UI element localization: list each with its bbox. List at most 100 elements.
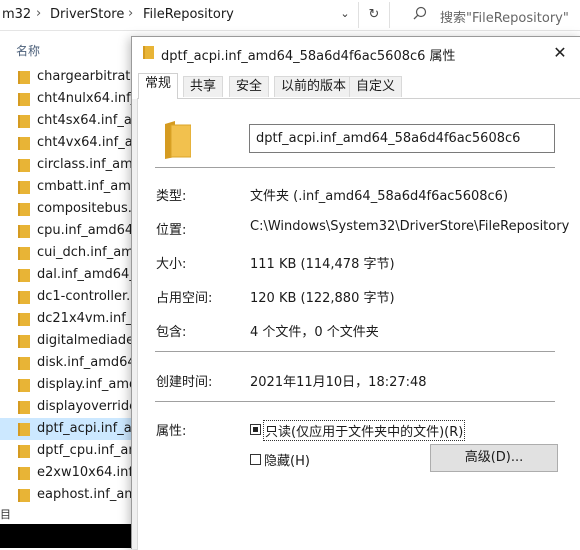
file-name: cpu.inf_amd64_ [37, 223, 140, 238]
file-name: dal.inf_amd64_b [37, 267, 140, 282]
file-name: e2xw10x64.inf_ [37, 465, 140, 480]
list-item[interactable]: dal.inf_amd64_b [0, 264, 140, 286]
size-label: 大小: [156, 257, 187, 272]
tab-strip: 常规 共享 安全 以前的版本 自定义 [132, 69, 580, 99]
list-item[interactable]: displayoverride [0, 396, 140, 418]
hidden-checkbox[interactable] [250, 454, 261, 465]
list-item[interactable]: dc1-controller.i [0, 286, 140, 308]
created-label: 创建时间: [156, 375, 213, 390]
list-item[interactable]: dptf_acpi.inf_an [0, 418, 140, 440]
hidden-label[interactable]: 隐藏(H) [264, 450, 310, 469]
folder-icon [18, 247, 30, 260]
close-button[interactable]: ✕ [545, 39, 575, 67]
folder-icon [18, 181, 30, 194]
list-item[interactable]: display.inf_amd [0, 374, 140, 396]
list-item[interactable]: cui_dch.inf_amd [0, 242, 140, 264]
file-name: dc21x4vm.inf_a [37, 311, 140, 326]
folder-icon [18, 203, 30, 216]
type-label: 类型: [156, 189, 187, 204]
file-name: cmbatt.inf_amd [37, 179, 140, 194]
tab-security[interactable]: 安全 [229, 76, 270, 97]
breadcrumb-item[interactable]: FileRepository [143, 7, 234, 22]
list-item[interactable]: disk.inf_amd64_ [0, 352, 140, 374]
breadcrumb-separator-icon: › [128, 6, 134, 21]
list-item[interactable]: circlass.inf_amd [0, 154, 140, 176]
disk-size-value: 120 KB (122,880 字节) [250, 291, 395, 306]
file-name: dptf_acpi.inf_an [37, 421, 140, 436]
file-name: dc1-controller.i [37, 289, 134, 304]
type-value: 文件夹 (.inf_amd64_58a6d4f6ac5608c6) [250, 189, 509, 204]
breadcrumb-item[interactable]: m32 [2, 7, 31, 22]
folder-icon [18, 401, 30, 414]
contains-value: 4 个文件，0 个文件夹 [250, 325, 379, 340]
list-item[interactable]: cmbatt.inf_amd [0, 176, 140, 198]
refresh-button[interactable]: ↻ [358, 2, 390, 28]
folder-icon [18, 269, 30, 282]
divider [155, 351, 555, 352]
general-tab-panel: 类型: 文件夹 (.inf_amd64_58a6d4f6ac5608c6) 位置… [137, 98, 580, 550]
list-item[interactable]: compositebus.in [0, 198, 140, 220]
folder-icon [18, 379, 30, 392]
breadcrumb-separator-icon: › [36, 6, 42, 21]
file-name: cht4vx64.inf_am [37, 135, 140, 150]
list-item[interactable]: digitalmediadev [0, 330, 140, 352]
file-name: cht4sx64.inf_am [37, 113, 140, 128]
folder-icon [18, 159, 30, 172]
folder-icon [18, 71, 30, 84]
folder-icon [18, 357, 30, 370]
folder-icon [18, 225, 30, 238]
list-item[interactable]: cht4vx64.inf_am [0, 132, 140, 154]
folder-icon [18, 423, 30, 436]
file-name: circlass.inf_amd [37, 157, 140, 172]
readonly-checkbox[interactable] [250, 424, 261, 435]
readonly-label[interactable]: 只读(仅应用于文件夹中的文件)(R) [263, 420, 466, 441]
file-name: digitalmediadev [37, 333, 140, 348]
list-item[interactable]: cht4nulx64.inf_a [0, 88, 140, 110]
list-item[interactable]: e2xw10x64.inf_ [0, 462, 140, 484]
search-icon [413, 6, 427, 20]
folder-icon [18, 467, 30, 480]
list-item[interactable]: dptf_cpu.inf_am [0, 440, 140, 462]
file-name: display.inf_amd [37, 377, 138, 392]
advanced-button[interactable]: 高级(D)... [430, 444, 558, 472]
folder-icon [18, 489, 30, 502]
folder-name-field[interactable] [249, 124, 555, 153]
location-label: 位置: [156, 223, 187, 238]
attributes-label: 属性: [156, 424, 187, 439]
tab-previous-versions[interactable]: 以前的版本 [274, 76, 354, 97]
status-bar: 目 [0, 508, 11, 521]
file-name: eaphost.inf_amd [37, 487, 140, 502]
list-item[interactable]: dc21x4vm.inf_a [0, 308, 140, 330]
breadcrumb-item[interactable]: DriverStore [50, 7, 124, 22]
folder-icon [18, 313, 30, 326]
file-name: compositebus.in [37, 201, 140, 216]
folder-icon [18, 93, 30, 106]
location-value: C:\Windows\System32\DriverStore\FileRepo… [250, 219, 570, 234]
list-item[interactable]: chargearbitratio [0, 66, 140, 88]
folder-icon [18, 137, 30, 150]
tab-sharing[interactable]: 共享 [183, 76, 224, 97]
file-name: cht4nulx64.inf_a [37, 91, 140, 106]
search-input[interactable]: 搜索"FileRepository" [440, 7, 569, 26]
column-header-name[interactable]: 名称 [16, 42, 40, 59]
contains-label: 包含: [156, 325, 187, 340]
list-item[interactable]: cpu.inf_amd64_ [0, 220, 140, 242]
tab-general[interactable]: 常规 [138, 73, 179, 99]
chevron-down-icon[interactable]: ⌄ [337, 7, 353, 20]
file-name: chargearbitratio [37, 69, 140, 84]
properties-dialog: dptf_acpi.inf_amd64_58a6d4f6ac5608c6 属性 … [131, 36, 580, 550]
list-item[interactable]: eaphost.inf_amd [0, 484, 140, 506]
divider [155, 401, 555, 402]
list-item[interactable]: cht4sx64.inf_am [0, 110, 140, 132]
address-bar[interactable]: m32 › DriverStore › FileRepository ⌄ ↻ 搜… [0, 0, 580, 31]
folder-icon [18, 335, 30, 348]
created-value: 2021年11月10日，18:27:48 [250, 375, 427, 390]
file-name: cui_dch.inf_amd [37, 245, 140, 260]
file-name: dptf_cpu.inf_am [37, 443, 140, 458]
tab-customize[interactable]: 自定义 [349, 76, 403, 97]
folder-icon [165, 121, 191, 159]
size-value: 111 KB (114,478 字节) [250, 257, 395, 272]
file-name: disk.inf_amd64_ [37, 355, 140, 370]
dialog-titlebar[interactable]: dptf_acpi.inf_amd64_58a6d4f6ac5608c6 属性 … [132, 37, 580, 69]
folder-icon [18, 445, 30, 458]
